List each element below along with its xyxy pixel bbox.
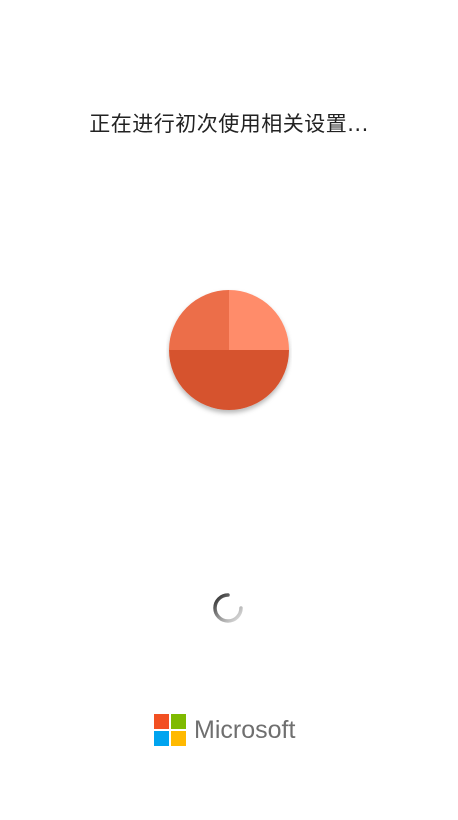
pie-top-left-quarter	[169, 290, 229, 350]
setup-screen: 正在进行初次使用相关设置... Microsoft	[0, 0, 458, 820]
logo-square-red	[154, 714, 169, 729]
logo-square-blue	[154, 731, 169, 746]
office-pie-logo-icon	[169, 290, 289, 410]
microsoft-logo-icon	[154, 714, 186, 746]
loading-spinner-icon	[213, 593, 243, 623]
microsoft-brand: Microsoft	[154, 713, 295, 747]
pie-bottom-half	[169, 350, 289, 410]
logo-square-green	[171, 714, 186, 729]
logo-square-yellow	[171, 731, 186, 746]
setup-status-text: 正在进行初次使用相关设置...	[89, 112, 369, 136]
microsoft-wordmark: Microsoft	[194, 716, 296, 744]
pie-top-right-quarter	[229, 290, 289, 350]
